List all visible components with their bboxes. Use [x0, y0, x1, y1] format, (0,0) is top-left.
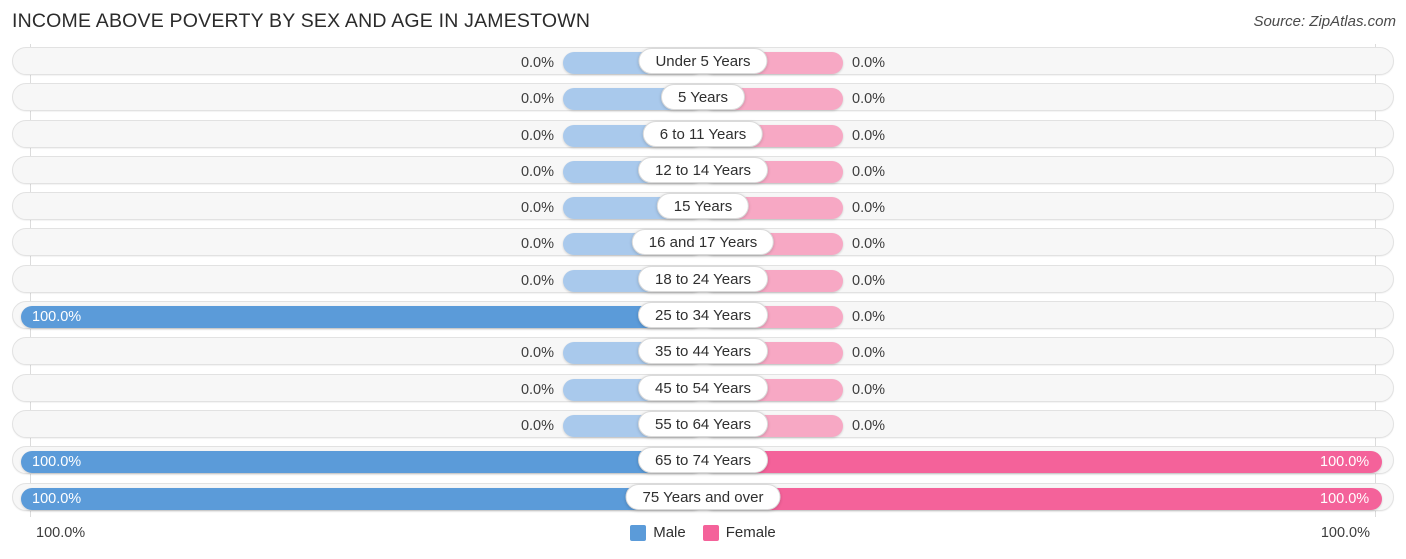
legend-label-male: Male: [653, 524, 686, 541]
bar-female[interactable]: [703, 487, 1382, 510]
value-label-male: 0.0%: [520, 163, 554, 180]
value-label-male: 0.0%: [520, 91, 554, 108]
value-label-female: 0.0%: [852, 381, 886, 398]
value-label-male: 0.0%: [520, 55, 554, 71]
value-label-female: 0.0%: [852, 163, 886, 180]
value-label-female: 0.0%: [852, 417, 886, 434]
value-label-female: 0.0%: [852, 272, 886, 289]
category-label: Under 5 Years: [638, 48, 768, 74]
category-label: 45 to 54 Years: [638, 374, 768, 401]
legend-swatch-male-icon: [630, 524, 647, 541]
page-title: INCOME ABOVE POVERTY BY SEX AND AGE IN J…: [12, 10, 591, 32]
value-label-female: 100.0%: [1320, 454, 1370, 471]
value-label-male: 0.0%: [520, 345, 554, 362]
value-label-female: 0.0%: [852, 236, 886, 253]
category-label: 65 to 74 Years: [638, 447, 768, 474]
bar-male[interactable]: [21, 487, 703, 510]
category-label: 6 to 11 Years: [642, 120, 764, 147]
value-label-male: 0.0%: [520, 127, 554, 144]
value-label-male: 0.0%: [520, 417, 554, 434]
category-label: 25 to 34 Years: [638, 302, 768, 329]
value-label-male: 0.0%: [520, 381, 554, 398]
chart-page: INCOME ABOVE POVERTY BY SEX AND AGE IN J…: [0, 0, 1406, 559]
bar-male[interactable]: [21, 451, 703, 474]
value-label-female: 0.0%: [852, 345, 886, 362]
chart-row[interactable]: 0.0% 0.0% Under 5 Years: [0, 44, 1406, 80]
category-label: 55 to 64 Years: [638, 410, 768, 437]
value-label-female: 0.0%: [852, 55, 886, 71]
category-label: 5 Years: [660, 84, 746, 111]
category-label: 75 Years and over: [625, 483, 781, 510]
chart-rows: 0.0% 0.0% Under 5 Years 0.0% 0.0% 5 Years 0.0%…: [0, 44, 1406, 516]
chart-row[interactable]: 0.0% 0.0% 5 Years: [0, 80, 1406, 116]
value-label-female: 0.0%: [852, 309, 886, 326]
chart-row[interactable]: 0.0% 0.0% 12 to 14 Years: [0, 153, 1406, 189]
chart-plot-area: 0.0% 0.0% Under 5 Years 0.0% 0.0% 5 Years 0.0%…: [0, 44, 1406, 517]
legend-label-female: Female: [725, 524, 776, 541]
chart-row[interactable]: 0.0% 0.0% 18 to 24 Years: [0, 262, 1406, 298]
value-label-female: 100.0%: [1320, 490, 1370, 507]
category-label: 35 to 44 Years: [638, 338, 768, 365]
source-attribution: Source: ZipAtlas.com: [1253, 13, 1396, 30]
value-label-male: 100.0%: [32, 454, 82, 471]
chart-row[interactable]: 0.0% 0.0% 15 Years: [0, 189, 1406, 225]
value-label-male: 100.0%: [32, 490, 82, 507]
chart-row[interactable]: 0.0% 0.0% 45 to 54 Years: [0, 371, 1406, 407]
value-label-female: 0.0%: [852, 200, 886, 217]
category-label: 15 Years: [656, 193, 750, 220]
chart-row[interactable]: 100.0% 100.0% 65 to 74 Years: [0, 443, 1406, 479]
value-label-female: 0.0%: [852, 91, 886, 108]
category-label: 12 to 14 Years: [638, 156, 768, 183]
bar-female[interactable]: [703, 451, 1382, 474]
value-label-male: 0.0%: [520, 200, 554, 217]
legend-item-female[interactable]: Female: [702, 524, 776, 541]
value-label-male: 100.0%: [32, 309, 82, 326]
value-label-male: 0.0%: [520, 272, 554, 289]
category-label: 16 and 17 Years: [631, 229, 775, 256]
chart-row[interactable]: 0.0% 0.0% 55 to 64 Years: [0, 407, 1406, 443]
chart-footer: 100.0% 100.0% Male Female: [0, 517, 1406, 559]
bar-male[interactable]: [21, 306, 703, 329]
chart-row[interactable]: 0.0% 0.0% 6 to 11 Years: [0, 117, 1406, 153]
chart-row[interactable]: 100.0% 0.0% 25 to 34 Years: [0, 298, 1406, 334]
value-label-female: 0.0%: [852, 127, 886, 144]
chart-row[interactable]: 0.0% 0.0% 16 and 17 Years: [0, 225, 1406, 261]
legend-item-male[interactable]: Male: [630, 524, 686, 541]
category-label: 18 to 24 Years: [638, 265, 768, 292]
chart-legend: Male Female: [0, 524, 1406, 541]
chart-header: INCOME ABOVE POVERTY BY SEX AND AGE IN J…: [0, 0, 1406, 44]
chart-row[interactable]: 0.0% 0.0% 35 to 44 Years: [0, 334, 1406, 370]
chart-row[interactable]: 100.0% 100.0% 75 Years and over: [0, 480, 1406, 516]
legend-swatch-female-icon: [702, 524, 719, 541]
value-label-male: 0.0%: [520, 236, 554, 253]
